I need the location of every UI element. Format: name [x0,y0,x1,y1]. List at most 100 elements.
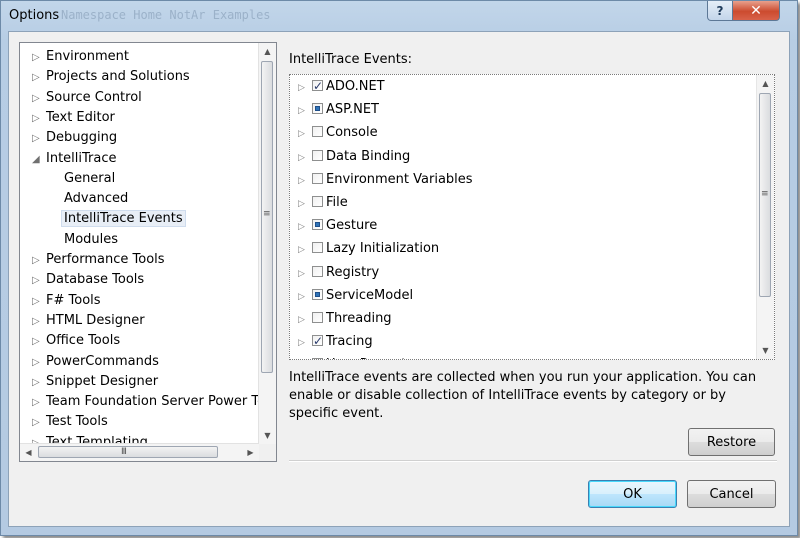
event-category-item[interactable]: ▷ Threading [298,308,392,330]
events-list[interactable]: ▷ User Prompts ▷ Tracing ▷ Threading ▷ ServiceM… [289,74,775,360]
tree-item-label: Team Foundation Server Power To [46,394,266,410]
tree-item[interactable]: ▷ PowerCommands [32,352,159,372]
tree-item[interactable]: IntelliTrace Events [61,209,186,229]
scroll-left-arrow-icon[interactable]: ◀ [20,444,37,461]
scroll-down-arrow-icon[interactable]: ▼ [259,427,276,444]
expand-arrow-icon[interactable]: ▷ [298,123,312,145]
event-checkbox[interactable] [312,288,323,300]
events-scroll-thumb[interactable]: ≡ [759,93,771,297]
tree-item[interactable]: General [64,169,115,189]
tree-item[interactable]: ◢ IntelliTrace [32,149,117,169]
tree-horizontal-scrollbar[interactable]: ◀ III ▶ [20,443,259,461]
expand-arrow-icon[interactable]: ▷ [298,286,312,308]
event-checkbox[interactable] [312,330,323,352]
event-checkbox[interactable] [312,172,323,184]
expand-arrow-icon[interactable]: ▷ [298,263,312,285]
expand-arrow-icon[interactable]: ▷ [32,109,46,129]
expand-arrow-icon[interactable]: ▷ [298,355,312,359]
expand-arrow-icon[interactable]: ▷ [298,309,312,331]
collapse-arrow-icon[interactable]: ◢ [32,150,46,170]
tree-vertical-scrollbar[interactable]: ▲ ≡ ▼ [258,43,276,444]
tree-item[interactable]: ▷ Team Foundation Server Power To [32,392,265,412]
tree-item[interactable]: ▷ Test Tools [32,412,108,432]
tree-item[interactable]: ▷ Snippet Designer [32,372,158,392]
tree-item[interactable]: ▷ Debugging [32,128,117,148]
event-category-item[interactable]: ▷ File [298,192,348,214]
expand-arrow-icon[interactable]: ▷ [298,332,312,354]
help-button[interactable]: ? [707,1,733,21]
window-title: Options [9,8,60,23]
expand-arrow-icon[interactable]: ▷ [32,48,46,68]
expand-arrow-icon[interactable]: ▷ [32,68,46,88]
expand-arrow-icon[interactable]: ▷ [298,77,312,99]
event-category-item[interactable]: ▷ Environment Variables [298,169,473,191]
tree-item[interactable]: ▷ Text Editor [32,108,115,128]
expand-arrow-icon[interactable]: ▷ [32,413,46,433]
scroll-right-arrow-icon[interactable]: ▶ [242,444,259,461]
event-checkbox[interactable] [312,103,323,115]
category-tree[interactable]: ▷Text Templating▷Test Tools▷Team Foundat… [19,42,277,462]
close-button[interactable]: ✕ [732,1,780,21]
expand-arrow-icon[interactable]: ▷ [298,147,312,169]
tree-scroll-thumb[interactable]: ≡ [261,61,273,373]
expand-arrow-icon[interactable]: ▷ [298,170,312,192]
grip-icon: ≡ [263,209,271,219]
event-checkbox[interactable] [312,126,323,138]
event-category-item[interactable]: ▷ User Prompts [298,354,413,359]
event-checkbox[interactable] [312,242,323,254]
event-category-item[interactable]: ▷ ASP.NET [298,99,379,121]
event-category-item[interactable]: ▷ Registry [298,262,379,284]
tree-item[interactable]: Modules [64,230,118,250]
expand-arrow-icon[interactable]: ▷ [32,129,46,149]
event-category-item[interactable]: ▷ Lazy Initialization [298,238,439,260]
event-checkbox[interactable] [312,75,323,97]
expand-arrow-icon[interactable]: ▷ [32,393,46,413]
expand-arrow-icon[interactable]: ▷ [32,332,46,352]
tree-item[interactable]: ▷ Projects and Solutions [32,67,190,87]
event-category-item[interactable]: ▷ Data Binding [298,146,410,168]
tree-item-label: Modules [64,231,119,247]
expand-arrow-icon[interactable]: ▷ [32,292,46,312]
expand-arrow-icon[interactable]: ▷ [32,373,46,393]
event-checkbox[interactable] [312,312,323,323]
cancel-button[interactable]: Cancel [687,480,776,508]
dialog-client-area: ▷Text Templating▷Test Tools▷Team Foundat… [8,31,790,527]
expand-arrow-icon[interactable]: ▷ [32,251,46,271]
event-category-item[interactable]: ▷ ADO.NET [298,75,385,99]
event-category-item[interactable]: ▷ Gesture [298,215,377,237]
event-checkbox[interactable] [312,149,323,161]
tree-item[interactable]: ▷ Environment [32,47,129,67]
event-checkbox[interactable] [312,196,323,207]
scroll-up-arrow-icon[interactable]: ▲ [259,43,276,60]
expand-arrow-icon[interactable]: ▷ [32,271,46,291]
expand-arrow-icon[interactable]: ▷ [32,353,46,373]
expand-arrow-icon[interactable]: ▷ [298,193,312,215]
tree-item[interactable]: ▷ HTML Designer [32,311,145,331]
event-checkbox[interactable] [312,219,323,231]
expand-arrow-icon[interactable]: ▷ [32,312,46,332]
tree-item[interactable]: ▷ F# Tools [32,291,101,311]
event-checkbox[interactable] [312,265,323,277]
restore-button[interactable]: Restore [688,428,775,456]
event-checkbox[interactable] [312,358,323,359]
expand-arrow-icon[interactable]: ▷ [32,89,46,109]
ok-button[interactable]: OK [588,480,677,508]
grip-icon: III [121,447,127,457]
title-bar[interactable]: Options Namespace Home NotAr Examples ? … [1,1,797,33]
scroll-down-arrow-icon[interactable]: ▼ [757,342,774,359]
expand-arrow-icon[interactable]: ▷ [298,216,312,238]
expand-arrow-icon[interactable]: ▷ [298,100,312,122]
scroll-up-arrow-icon[interactable]: ▲ [757,75,774,92]
tree-hscroll-thumb[interactable]: III [38,446,218,458]
event-category-item[interactable]: ▷ ServiceModel [298,285,413,307]
tree-item[interactable]: ▷ Database Tools [32,270,144,290]
tree-item[interactable]: ▷ Source Control [32,88,142,108]
tree-item[interactable]: Advanced [64,189,128,209]
tree-item[interactable]: ▷ Office Tools [32,331,120,351]
event-category-item[interactable]: ▷ Tracing [298,330,373,354]
event-category-item[interactable]: ▷ Console [298,122,378,144]
events-description: IntelliTrace events are collected when y… [289,370,757,421]
events-vertical-scrollbar[interactable]: ▲ ≡ ▼ [756,75,774,359]
tree-item[interactable]: ▷ Performance Tools [32,250,165,270]
expand-arrow-icon[interactable]: ▷ [298,239,312,261]
